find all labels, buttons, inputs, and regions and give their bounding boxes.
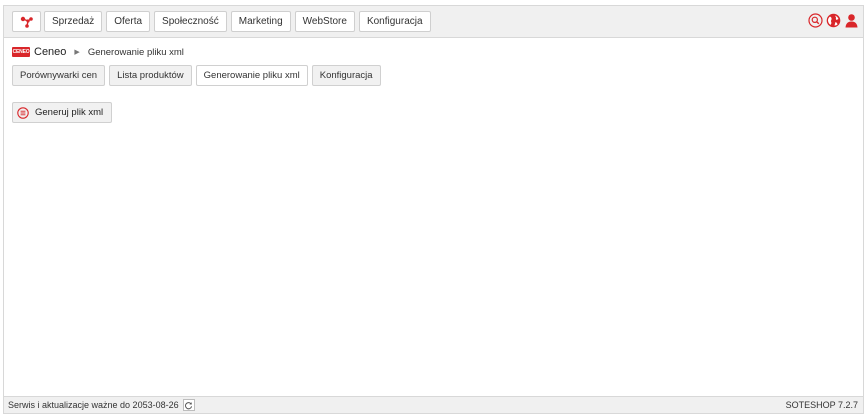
user-icon[interactable] [844, 13, 859, 28]
status-footer: Serwis i aktualizacje ważne do 2053-08-2… [4, 396, 863, 413]
footer-service-info: Serwis i aktualizacje ważne do 2053-08-2… [8, 397, 195, 413]
generate-xml-button[interactable]: Generuj plik xml [12, 102, 113, 123]
top-right-icons [808, 13, 859, 28]
list-circle-icon [17, 106, 29, 119]
search-icon[interactable] [808, 13, 823, 28]
app-window: Sprzedaż Oferta Społeczność Marketing We… [3, 5, 864, 414]
menu-item-oferta[interactable]: Oferta [106, 11, 151, 32]
tab-porownywarki-cen[interactable]: Porównywarki cen [12, 65, 106, 86]
breadcrumb-separator-icon: ▶ [74, 49, 80, 56]
globe-icon[interactable] [826, 13, 841, 28]
version-label: SOTESHOP 7.2.7 [785, 400, 858, 410]
menu-item-konfiguracja[interactable]: Konfiguracja [358, 11, 431, 32]
module-tabs: Porównywarki cen Lista produktów Generow… [12, 65, 381, 86]
breadcrumb: CENEO Ceneo ▶ Generowanie pliku xml [12, 45, 184, 59]
main-menu: Sprzedaż Oferta Społeczność Marketing We… [44, 11, 431, 32]
refresh-icon [185, 401, 193, 409]
soteshop-molecule-icon [20, 16, 33, 28]
menu-item-webstore[interactable]: WebStore [294, 11, 355, 32]
breadcrumb-current-page: Generowanie pliku xml [87, 46, 184, 58]
menu-item-sprzedaz[interactable]: Sprzedaż [44, 11, 103, 32]
tab-generowanie-pliku-xml[interactable]: Generowanie pliku xml [195, 65, 308, 86]
tab-lista-produktow[interactable]: Lista produktów [109, 65, 192, 86]
breadcrumb-app-link[interactable]: Ceneo [34, 46, 66, 58]
ceneo-logo: CENEO [12, 47, 30, 57]
service-validity-text: Serwis i aktualizacje ważne do 2053-08-2… [8, 400, 179, 410]
menu-item-spolecznosc[interactable]: Społeczność [154, 11, 227, 32]
top-navigation-bar: Sprzedaż Oferta Społeczność Marketing We… [4, 6, 863, 38]
refresh-button[interactable] [182, 399, 195, 411]
menu-item-marketing[interactable]: Marketing [230, 11, 291, 32]
tab-konfiguracja[interactable]: Konfiguracja [311, 65, 381, 86]
home-logo-button[interactable] [12, 11, 41, 32]
generate-xml-label: Generuj plik xml [35, 107, 104, 118]
